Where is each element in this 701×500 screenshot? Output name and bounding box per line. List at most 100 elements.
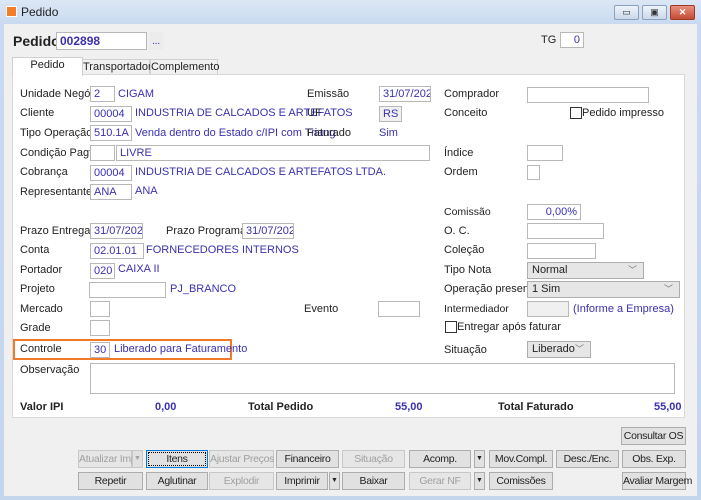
controle-desc: Liberado para Faturamento (114, 343, 248, 355)
portador-label: Portador (20, 264, 63, 276)
window-title: Pedido (21, 5, 59, 19)
comprador-input[interactable] (527, 87, 649, 103)
atualizar-imp-button[interactable]: Atualizar Imp (78, 450, 137, 468)
conta-input[interactable]: 02.01.01 (90, 243, 144, 259)
acomp-dropdown[interactable]: ▼ (474, 450, 485, 468)
total-pedido-label: Total Pedido (248, 401, 314, 413)
portador-input[interactable]: 020 (90, 263, 115, 279)
repetir-button[interactable]: Repetir (78, 472, 143, 490)
pedido-lookup-button[interactable]: ... (149, 32, 163, 50)
tipo-nota-label: Tipo Nota (444, 264, 492, 276)
cliente-label: Cliente (20, 107, 55, 119)
avaliar-margem-button[interactable]: Avaliar Margem (622, 472, 692, 490)
itens-button[interactable]: Itens (146, 450, 208, 468)
valor-ipi-label: Valor IPI (20, 401, 64, 413)
situacao-button[interactable]: Situação (342, 450, 405, 468)
observacao-textarea[interactable] (90, 363, 675, 394)
cobranca-desc: INDUSTRIA DE CALCADOS E ARTEFATOS LTDA. (135, 166, 387, 178)
representante-input[interactable]: ANA (90, 184, 132, 200)
oc-input[interactable] (527, 223, 604, 239)
comissoes-button[interactable]: Comissões (489, 472, 553, 490)
uf-input[interactable]: RS (379, 106, 402, 122)
controle-label: Controle (20, 343, 62, 355)
tipo-nota-value: Normal (532, 264, 568, 276)
close-button[interactable]: ✕ (670, 5, 695, 20)
acomp-button[interactable]: Acomp. (409, 450, 471, 468)
operacao-presencial-value: 1 Sim (532, 283, 561, 295)
imprimir-button[interactable]: Imprimir (276, 472, 328, 490)
intermediador-hint-link[interactable]: (Informe a Empresa) (573, 302, 674, 316)
conceito-label: Conceito (444, 107, 488, 119)
prazo-entrega-label: Prazo Entrega (20, 225, 91, 237)
entregar-apos-faturar-label: Entregar após faturar (457, 321, 561, 333)
condicao-desc-input[interactable]: LIVRE (116, 145, 430, 161)
tipo-operacao-label: Tipo Operação (20, 127, 93, 139)
financeiro-button[interactable]: Financeiro (276, 450, 339, 468)
mercado-input[interactable] (90, 301, 110, 317)
obs-exp-button[interactable]: Obs. Exp. (622, 450, 686, 468)
mov-compl-button[interactable]: Mov.Compl. (489, 450, 553, 468)
grade-input[interactable] (90, 320, 110, 336)
total-faturado-label: Total Faturado (498, 401, 574, 413)
intermediador-input[interactable] (527, 301, 569, 317)
observacao-label: Observação (20, 364, 80, 376)
atualizar-imp-dropdown[interactable]: ▼ (132, 450, 143, 468)
maximize-button[interactable]: ▣ (642, 5, 667, 20)
explodir-button[interactable]: Explodir (209, 472, 274, 490)
prazo-programado-input[interactable]: 31/07/2025 (242, 223, 294, 239)
ordem-input[interactable] (527, 165, 540, 180)
tipo-operacao-desc: Venda dentro do Estado c/IPI com Triang (135, 127, 336, 139)
gerar-nf-dropdown[interactable]: ▼ (474, 472, 485, 490)
baixar-button[interactable]: Baixar (342, 472, 405, 490)
cobranca-input[interactable]: 00004 (90, 165, 132, 181)
condicao-input[interactable] (90, 145, 115, 161)
ajustar-precos-button[interactable]: Ajustar Preços (209, 450, 274, 468)
pedido-impresso-label: Pedido impresso (582, 107, 664, 119)
conta-label: Conta (20, 244, 50, 256)
comissao-input[interactable]: 0,00% (527, 204, 581, 220)
total-pedido-value: 55,00 (395, 401, 423, 413)
evento-input[interactable] (378, 301, 420, 317)
tg-label: TG (541, 34, 557, 46)
gerar-nf-button[interactable]: Gerar NF (409, 472, 471, 490)
prazo-entrega-input[interactable]: 31/07/2025 (90, 223, 143, 239)
comissao-label: Comissão (444, 206, 491, 218)
situacao-value: Liberado (532, 343, 575, 355)
cliente-input[interactable]: 00004 (90, 106, 132, 122)
evento-label: Evento (304, 303, 339, 315)
faturado-label: Faturado (307, 127, 352, 139)
emissao-input[interactable]: 31/07/2025 (379, 86, 431, 102)
unidade-input[interactable]: 2 (90, 86, 115, 102)
colecao-input[interactable] (527, 243, 596, 259)
uf-label: UF (307, 107, 322, 119)
indice-input[interactable] (527, 145, 563, 161)
aglutinar-button[interactable]: Aglutinar (146, 472, 208, 490)
tipo-nota-select[interactable]: Normal ﹀ (527, 262, 644, 279)
projeto-input[interactable] (89, 282, 166, 298)
entregar-apos-faturar-checkbox[interactable] (445, 321, 457, 333)
tipo-operacao-input[interactable]: 510.1A (90, 125, 132, 141)
pedido-label: Pedido (13, 33, 60, 49)
app-logo-icon (6, 6, 17, 17)
operacao-presencial-select[interactable]: 1 Sim ﹀ (527, 281, 680, 298)
situacao-label: Situação (444, 344, 487, 356)
portador-desc: CAIXA II (118, 263, 160, 275)
projeto-label: Projeto (20, 283, 55, 295)
oc-label: O. C. (444, 225, 470, 237)
situacao-select[interactable]: Liberado ﹀ (527, 341, 591, 358)
desc-enc-button[interactable]: Desc./Enc. (556, 450, 619, 468)
representante-desc: ANA (135, 185, 158, 197)
projeto-desc: PJ_BRANCO (170, 283, 237, 295)
imprimir-dropdown[interactable]: ▼ (329, 472, 340, 490)
grade-label: Grade (20, 322, 51, 334)
total-faturado-value: 55,00 (654, 401, 682, 413)
minimize-button[interactable]: ▭ (614, 5, 639, 20)
tab-pedido[interactable]: Pedido (12, 57, 83, 76)
consultar-os-button[interactable]: Consultar OS (621, 427, 686, 445)
pedido-number-input[interactable]: 002898 (56, 32, 147, 50)
emissao-label: Emissão (307, 88, 350, 100)
pedido-impresso-checkbox[interactable] (570, 107, 582, 119)
tg-input[interactable]: 0 (560, 32, 584, 48)
mercado-label: Mercado (20, 303, 63, 315)
controle-input[interactable]: 30 (90, 342, 110, 358)
